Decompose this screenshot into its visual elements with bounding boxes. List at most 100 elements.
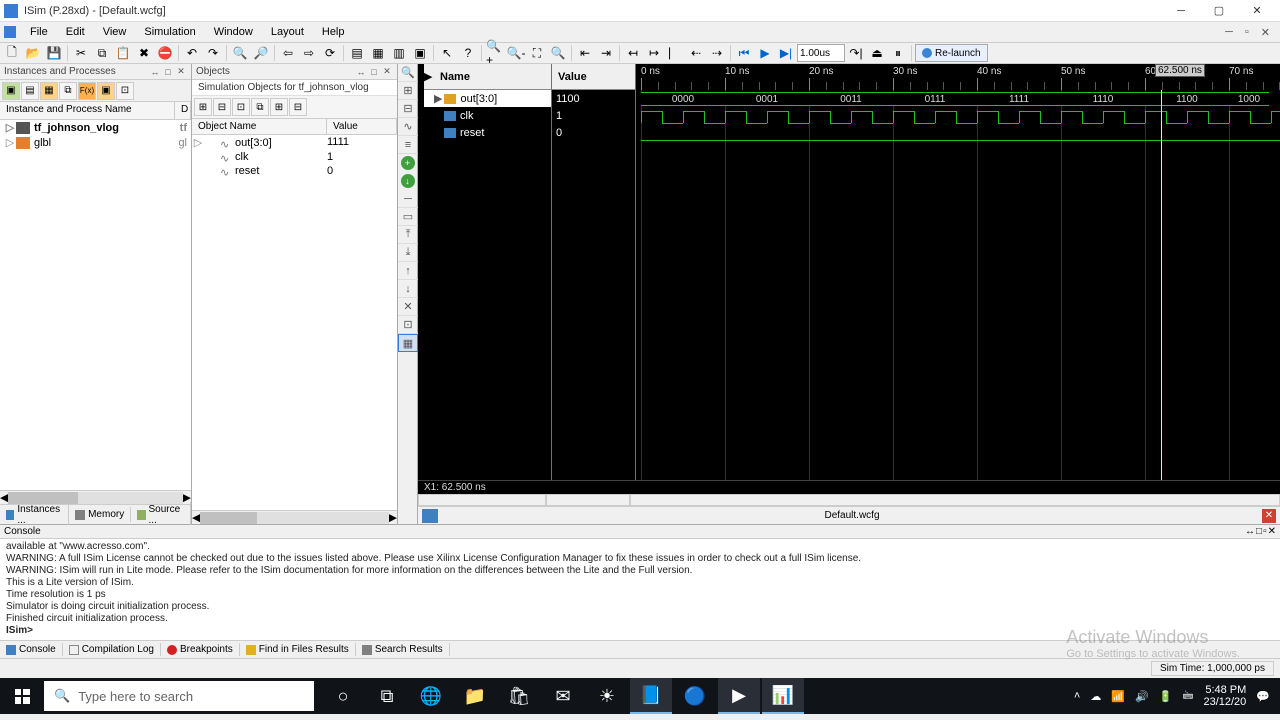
cursor-right-icon[interactable]: ⇥ bbox=[596, 43, 616, 63]
pane-float-icon[interactable]: ↔ bbox=[1245, 526, 1255, 537]
pane-max-icon[interactable]: □ bbox=[162, 66, 174, 78]
col-object-name[interactable]: Object Name bbox=[192, 119, 327, 134]
vt-next-icon[interactable]: ↓ bbox=[401, 174, 415, 188]
open-icon[interactable]: 📂 bbox=[23, 43, 43, 63]
obj-tb3-icon[interactable]: ⊡ bbox=[232, 98, 250, 116]
step-icon[interactable]: ↷| bbox=[846, 43, 866, 63]
marker-next-icon[interactable]: ⇢ bbox=[707, 43, 727, 63]
vt-top-icon[interactable]: ⤒ bbox=[398, 226, 418, 244]
nav-back-icon[interactable]: ⇦ bbox=[278, 43, 298, 63]
menu-view[interactable]: View bbox=[95, 24, 135, 40]
menu-file[interactable]: File bbox=[22, 24, 56, 40]
object-row[interactable]: ∿reset 0 bbox=[192, 164, 397, 178]
undo-icon[interactable]: ↶ bbox=[182, 43, 202, 63]
task-store[interactable]: 🛍 bbox=[498, 678, 540, 714]
save-icon[interactable]: 💾 bbox=[44, 43, 64, 63]
obj-tb1-icon[interactable]: ⊞ bbox=[194, 98, 212, 116]
instance-row[interactable]: ▷ tf_johnson_vlog tf bbox=[0, 120, 191, 135]
find-icon[interactable]: 🔍 bbox=[230, 43, 250, 63]
menu-simulation[interactable]: Simulation bbox=[136, 24, 203, 40]
vt-del-icon[interactable]: ✕ bbox=[398, 298, 418, 316]
pane-close-icon[interactable]: ✕ bbox=[175, 66, 187, 78]
zoom-sel-icon[interactable]: 🔍 bbox=[548, 43, 568, 63]
layout1-icon[interactable]: ▤ bbox=[347, 43, 367, 63]
pane-float-icon[interactable]: ↔ bbox=[149, 66, 161, 78]
vt-bottom-icon[interactable]: ⤓ bbox=[398, 244, 418, 262]
objects-hscroll[interactable]: ◀▶ bbox=[192, 510, 397, 524]
marker-add-icon[interactable]: ⎸ bbox=[665, 43, 685, 63]
task-xilinx[interactable]: ▶ bbox=[718, 678, 760, 714]
refresh-icon[interactable]: ⟳ bbox=[320, 43, 340, 63]
layout3-icon[interactable]: ▥ bbox=[389, 43, 409, 63]
prev-trans-icon[interactable]: ↤ bbox=[623, 43, 643, 63]
col-instance-name[interactable]: Instance and Process Name bbox=[0, 102, 175, 119]
mdi-restore[interactable]: ▫ bbox=[1239, 26, 1255, 39]
obj-tb5-icon[interactable]: ⊞ bbox=[270, 98, 288, 116]
tb-more-icon[interactable]: ⊡ bbox=[116, 82, 134, 100]
menu-window[interactable]: Window bbox=[206, 24, 261, 40]
tab-console[interactable]: Console bbox=[0, 643, 63, 656]
close-button[interactable]: ✕ bbox=[1238, 1, 1276, 21]
pane-restore-icon[interactable]: ▫ bbox=[1263, 526, 1267, 537]
pause-icon[interactable]: ⏸ bbox=[888, 43, 908, 63]
relaunch-button[interactable]: Re-launch bbox=[915, 44, 988, 62]
obj-tb6-icon[interactable]: ⊟ bbox=[289, 98, 307, 116]
find-next-icon[interactable]: 🔎 bbox=[251, 43, 271, 63]
copy-icon[interactable]: ⧉ bbox=[92, 43, 112, 63]
pane-max-icon[interactable]: □ bbox=[368, 66, 380, 78]
wave-traces[interactable]: 00000001001101111111111011001000 bbox=[636, 90, 1280, 480]
tray-wifi-icon[interactable]: 📶 bbox=[1111, 690, 1125, 703]
vt-sel-icon[interactable]: ▦ bbox=[398, 334, 418, 352]
delete-icon[interactable]: ✖ bbox=[134, 43, 154, 63]
task-mail[interactable]: ✉ bbox=[542, 678, 584, 714]
wave-signal-row[interactable]: reset bbox=[424, 124, 551, 141]
run-for-icon[interactable]: ▶| bbox=[776, 43, 796, 63]
pane-max-icon[interactable]: □ bbox=[1256, 526, 1262, 537]
maximize-button[interactable]: ▢ bbox=[1200, 1, 1238, 21]
marker-prev-icon[interactable]: ⇠ bbox=[686, 43, 706, 63]
vt-cfg-icon[interactable]: ⊡ bbox=[398, 316, 418, 334]
tab-find-results[interactable]: Find in Files Results bbox=[240, 643, 356, 656]
vt-divider-icon[interactable]: ─ bbox=[398, 190, 418, 208]
time-step-input[interactable] bbox=[797, 44, 845, 62]
break-icon[interactable]: ⏏ bbox=[867, 43, 887, 63]
vt-add-icon[interactable]: + bbox=[401, 156, 415, 170]
vt-down-icon[interactable]: ↓ bbox=[398, 280, 418, 298]
vt-bus-icon[interactable]: ≡ bbox=[398, 136, 418, 154]
tray-notifications-icon[interactable]: 💬 bbox=[1256, 690, 1270, 703]
tray-up-icon[interactable]: ˄ bbox=[1074, 690, 1080, 702]
menu-edit[interactable]: Edit bbox=[58, 24, 93, 40]
menu-layout[interactable]: Layout bbox=[263, 24, 312, 40]
nav-fwd-icon[interactable]: ⇨ bbox=[299, 43, 319, 63]
pointer-icon[interactable]: ↖ bbox=[437, 43, 457, 63]
col-value[interactable]: Value bbox=[327, 119, 397, 134]
task-word[interactable]: 📘 bbox=[630, 678, 672, 714]
tb-collapse-icon[interactable]: ▤ bbox=[21, 82, 39, 100]
next-trans-icon[interactable]: ↦ bbox=[644, 43, 664, 63]
zoom-in-icon[interactable]: 🔍+ bbox=[485, 43, 505, 63]
waveform-plot[interactable]: 62.500 ns 0 ns10 ns20 ns30 ns40 ns50 ns6… bbox=[636, 64, 1280, 480]
obj-tb2-icon[interactable]: ⊟ bbox=[213, 98, 231, 116]
start-button[interactable] bbox=[0, 678, 44, 714]
tab-source[interactable]: Source ... bbox=[131, 502, 191, 528]
cut-icon[interactable]: ✂ bbox=[71, 43, 91, 63]
wave-hscroll[interactable] bbox=[418, 494, 1280, 506]
vt-group-icon[interactable]: ▭ bbox=[398, 208, 418, 226]
tb-expand-icon[interactable]: ▣ bbox=[2, 82, 20, 100]
tray-volume-icon[interactable]: 🔊 bbox=[1135, 690, 1149, 703]
tray-battery-icon[interactable]: 🔋 bbox=[1159, 690, 1173, 703]
tab-compilation-log[interactable]: Compilation Log bbox=[63, 643, 161, 656]
mdi-close[interactable]: ✕ bbox=[1255, 26, 1276, 39]
menu-help[interactable]: Help bbox=[314, 24, 353, 40]
tray-cloud-icon[interactable]: ☁ bbox=[1090, 690, 1101, 703]
wave-signal-row[interactable]: clk bbox=[424, 107, 551, 124]
pane-close-icon[interactable]: ✕ bbox=[381, 66, 393, 78]
tb-chip-icon[interactable]: ▦ bbox=[40, 82, 58, 100]
redo-icon[interactable]: ↷ bbox=[203, 43, 223, 63]
new-icon[interactable]: 🗋 bbox=[2, 43, 22, 63]
zoom-fit-icon[interactable]: ⛶ bbox=[527, 43, 547, 63]
vt-up-icon[interactable]: ↑ bbox=[398, 262, 418, 280]
cursor-left-icon[interactable]: ⇤ bbox=[575, 43, 595, 63]
tab-instances[interactable]: Instances ... bbox=[0, 502, 69, 528]
col-design[interactable]: D bbox=[175, 102, 191, 119]
